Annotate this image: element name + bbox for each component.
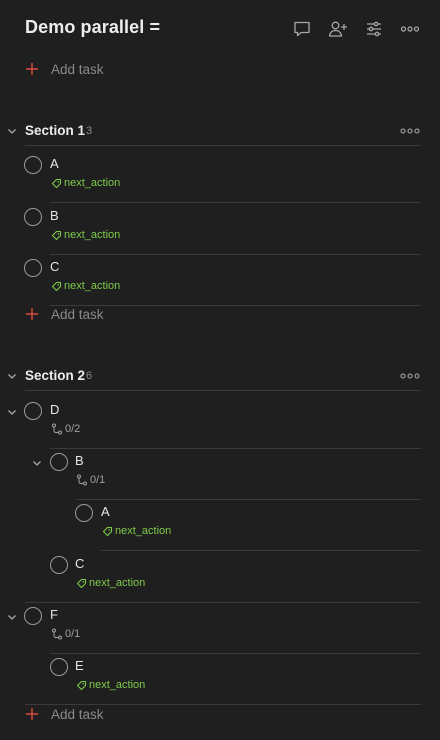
project-header: Demo parallel =: [0, 0, 440, 56]
section-divider: [25, 145, 421, 146]
subtask-icon: [77, 474, 87, 486]
task-label[interactable]: next_action: [51, 279, 120, 293]
task-checkbox[interactable]: [50, 658, 68, 676]
task-checkbox[interactable]: [24, 156, 42, 174]
tag-icon: [76, 680, 87, 690]
task-label[interactable]: next_action: [76, 678, 145, 692]
chevron-down-icon[interactable]: [6, 611, 18, 623]
task-checkbox[interactable]: [24, 607, 42, 625]
add-task-label: Add task: [51, 306, 104, 322]
task-title: F: [50, 607, 58, 622]
subtask-progress: 0/1: [51, 627, 80, 641]
subtask-progress: 0/2: [51, 422, 80, 436]
task-title: E: [75, 658, 84, 673]
tag-icon: [51, 281, 62, 291]
chevron-down-icon[interactable]: [31, 457, 43, 469]
task-row[interactable]: C next_action: [0, 552, 440, 603]
task-checkbox[interactable]: [50, 453, 68, 471]
subtask-icon: [52, 628, 62, 640]
task-row[interactable]: B 0/1: [0, 449, 440, 500]
share-person-icon[interactable]: [327, 18, 349, 40]
plus-icon: [26, 308, 38, 320]
chevron-down-icon[interactable]: [6, 406, 18, 418]
task-divider: [50, 305, 421, 306]
more-icon[interactable]: [399, 18, 421, 40]
subtask-count: 0/2: [65, 423, 81, 435]
task-checkbox[interactable]: [24, 208, 42, 226]
task-row[interactable]: A next_action: [0, 152, 440, 203]
task-title: A: [50, 156, 59, 171]
task-label-text: next_action: [64, 229, 121, 241]
task-row[interactable]: B next_action: [0, 204, 440, 255]
subtask-count: 0/1: [90, 474, 106, 486]
tag-icon: [76, 578, 87, 588]
task-title: C: [50, 259, 60, 274]
project-title: Demo parallel =: [25, 17, 161, 37]
section-divider: [25, 390, 421, 391]
section-header: Section 2 6: [0, 365, 440, 387]
task-row[interactable]: A next_action: [0, 500, 440, 551]
task-title: B: [50, 208, 59, 223]
subtask-progress: 0/1: [76, 473, 105, 487]
task-checkbox[interactable]: [24, 259, 42, 277]
section-count: 6: [86, 370, 93, 382]
subtask-icon: [52, 423, 62, 435]
task-divider: [50, 202, 421, 203]
task-label[interactable]: next_action: [76, 576, 145, 590]
task-title: B: [75, 453, 84, 468]
tag-icon: [51, 230, 62, 240]
add-task-button[interactable]: Add task: [24, 703, 104, 725]
add-task-label: Add task: [51, 706, 104, 722]
section-header: Section 1 3: [0, 120, 440, 142]
section-more-icon[interactable]: [399, 124, 421, 138]
tag-icon: [102, 526, 113, 536]
add-task-button[interactable]: Add task: [24, 303, 104, 325]
task-row[interactable]: E next_action: [0, 654, 440, 705]
plus-icon: [26, 708, 38, 720]
task-checkbox[interactable]: [50, 556, 68, 574]
task-label[interactable]: next_action: [102, 524, 171, 538]
task-checkbox[interactable]: [24, 402, 42, 420]
task-label-text: next_action: [64, 280, 121, 292]
view-settings-icon[interactable]: [363, 18, 385, 40]
task-label-text: next_action: [115, 525, 172, 537]
task-row[interactable]: D 0/2: [0, 398, 440, 449]
task-label-text: next_action: [89, 577, 146, 589]
task-row[interactable]: F 0/1: [0, 603, 440, 654]
task-label-text: next_action: [64, 177, 121, 189]
task-row[interactable]: C next_action: [0, 255, 440, 306]
subtask-count: 0/1: [65, 628, 81, 640]
task-title: C: [75, 556, 85, 571]
add-task-label: Add task: [51, 61, 104, 77]
section-more-icon[interactable]: [399, 369, 421, 383]
section-name[interactable]: Section 2: [25, 368, 85, 383]
section-name[interactable]: Section 1: [25, 123, 85, 138]
section-count: 3: [86, 125, 93, 137]
task-title: D: [50, 402, 60, 417]
task-title: A: [101, 504, 110, 519]
task-label[interactable]: next_action: [51, 176, 120, 190]
comment-icon[interactable]: [291, 18, 313, 40]
task-divider: [101, 550, 421, 551]
chevron-down-icon[interactable]: [6, 370, 18, 382]
tag-icon: [51, 178, 62, 188]
task-label[interactable]: next_action: [51, 228, 120, 242]
task-label-text: next_action: [89, 679, 146, 691]
chevron-down-icon[interactable]: [6, 125, 18, 137]
task-checkbox[interactable]: [75, 504, 93, 522]
plus-icon: [26, 63, 38, 75]
add-task-button[interactable]: Add task: [24, 58, 104, 80]
